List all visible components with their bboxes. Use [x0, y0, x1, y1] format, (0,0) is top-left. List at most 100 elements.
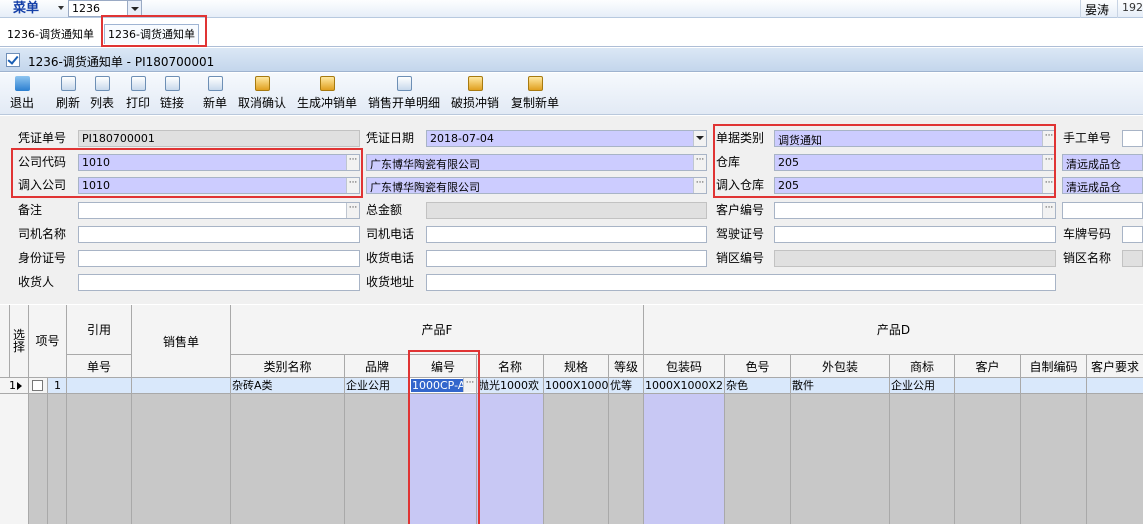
col-ref-no[interactable]: 单号	[67, 355, 132, 378]
row-header-corner	[0, 305, 10, 378]
col-self-code[interactable]: 自制编码	[1021, 355, 1087, 378]
cancel-confirm-button[interactable]: 取消确认	[238, 76, 286, 112]
col-category[interactable]: 类别名称	[231, 355, 345, 378]
window-title: 1236-调货通知单 - PI180700001	[28, 55, 215, 69]
combo-dropdown-button[interactable]	[127, 1, 141, 16]
cell-name[interactable]: 抛光1000欢	[477, 378, 544, 394]
menu-caret-icon[interactable]	[58, 6, 64, 10]
id-field[interactable]	[78, 250, 360, 267]
customer-name-field[interactable]	[1062, 202, 1143, 219]
link-button[interactable]: 链接	[160, 76, 184, 112]
cell-category[interactable]: 杂砖A类	[231, 378, 345, 394]
cell-grade[interactable]: 优等	[609, 378, 644, 394]
exit-button[interactable]: 退出	[10, 76, 34, 112]
receiver-phone-field[interactable]	[426, 250, 707, 267]
col-name[interactable]: 名称	[477, 355, 544, 378]
sales-detail-button[interactable]: 销售开单明细	[368, 76, 440, 112]
table-row[interactable]: 1	[0, 378, 29, 394]
grid-column	[544, 394, 609, 524]
cell-spec[interactable]: 1000X1000	[544, 378, 609, 394]
cell-customer[interactable]	[955, 378, 1021, 394]
grid-column	[29, 394, 48, 524]
cell-trademark[interactable]: 企业公用	[890, 378, 955, 394]
cell-self-code[interactable]	[1021, 378, 1087, 394]
refresh-icon	[60, 76, 76, 91]
col-customer-req[interactable]: 客户要求	[1087, 355, 1143, 378]
grid-column	[955, 394, 1021, 524]
total-amount-label: 总金额	[366, 203, 403, 217]
grid-column-name-required	[477, 394, 544, 524]
manual-no-field[interactable]	[1122, 130, 1143, 147]
remark-lookup-button[interactable]: ···	[346, 203, 359, 218]
col-grade[interactable]: 等级	[609, 355, 644, 378]
grid-column	[48, 394, 67, 524]
warehouse-name-field[interactable]: 清远成品仓	[1062, 154, 1143, 171]
printer-icon	[130, 76, 146, 91]
col-item[interactable]: 项号	[29, 305, 67, 378]
refresh-button[interactable]: 刷新	[56, 76, 80, 112]
copy-icon	[527, 76, 543, 91]
in-warehouse-name-field[interactable]: 清远成品仓	[1062, 177, 1143, 194]
row-header-column	[0, 394, 29, 524]
col-ref-group: 引用	[67, 305, 132, 355]
plate-field[interactable]	[1122, 226, 1143, 243]
grid-column-pack-required	[644, 394, 725, 524]
customer-lookup-button[interactable]: ···	[1042, 203, 1055, 218]
copy-new-button[interactable]: 复制新单	[511, 76, 559, 112]
row-number: 1	[9, 379, 16, 392]
receiver-address-field[interactable]	[426, 274, 1056, 291]
col-sales-order[interactable]: 销售单	[132, 305, 231, 378]
customer-no-field[interactable]: ···	[774, 202, 1056, 219]
cell-color-no[interactable]: 杂色	[725, 378, 791, 394]
receiver-address-label: 收货地址	[366, 275, 415, 289]
voucher-date-field[interactable]: 2018-07-04	[426, 130, 707, 147]
grid-icon	[396, 76, 412, 91]
date-dropdown-button[interactable]	[693, 131, 706, 146]
col-brand[interactable]: 品牌	[345, 355, 410, 378]
ip-address: 192.	[1122, 1, 1143, 14]
sales-area-name-field	[1122, 250, 1143, 267]
checkmark-icon	[6, 53, 20, 67]
driver-phone-field[interactable]	[426, 226, 707, 243]
cell-pack-code[interactable]: 1000X1000X2	[644, 378, 725, 394]
col-outer-pack[interactable]: 外包装	[791, 355, 890, 378]
col-spec[interactable]: 规格	[544, 355, 609, 378]
col-customer[interactable]: 客户	[955, 355, 1021, 378]
col-color-no[interactable]: 色号	[725, 355, 791, 378]
driver-name-field[interactable]	[78, 226, 360, 243]
license-field[interactable]	[774, 226, 1056, 243]
cell-ref-no[interactable]	[67, 378, 132, 394]
total-amount-field	[426, 202, 707, 219]
col-pack-code[interactable]: 包装码	[644, 355, 725, 378]
row-select-checkbox[interactable]	[29, 378, 48, 394]
customer-no-label: 客户编号	[716, 203, 765, 217]
cell-brand[interactable]: 企业公用	[345, 378, 410, 394]
company-name-field[interactable]: 广东博华陶瓷有限公司 ···	[366, 154, 707, 171]
new-order-button[interactable]: 新单	[203, 76, 227, 112]
in-company-name-field[interactable]: 广东博华陶瓷有限公司 ···	[366, 177, 707, 194]
quick-number-value: 1236	[72, 2, 100, 15]
col-select[interactable]: 选择	[10, 305, 29, 378]
grid-column	[725, 394, 791, 524]
highlight-box	[408, 350, 480, 524]
generate-offset-button[interactable]: 生成冲销单	[297, 76, 357, 112]
highlight-box	[11, 148, 363, 198]
cell-item[interactable]: 1	[48, 378, 67, 394]
col-trademark[interactable]: 商标	[890, 355, 955, 378]
damage-offset-button[interactable]: 破损冲销	[451, 76, 499, 112]
cell-customer-req[interactable]	[1087, 378, 1143, 394]
cell-outer-pack[interactable]: 散件	[791, 378, 890, 394]
in-company-name-lookup-button[interactable]: ···	[693, 178, 706, 193]
print-button[interactable]: 打印	[126, 76, 150, 112]
user-name: 晏涛	[1085, 3, 1110, 17]
cell-sales-order[interactable]	[132, 378, 231, 394]
grid-column	[132, 394, 231, 524]
grid-column	[890, 394, 955, 524]
col-product-f-group: 产品F	[231, 305, 644, 355]
tab-transfer-notice-1[interactable]: 1236-调货通知单	[4, 25, 97, 45]
company-name-lookup-button[interactable]: ···	[693, 155, 706, 170]
receiver-field[interactable]	[78, 274, 360, 291]
list-button[interactable]: 列表	[90, 76, 114, 112]
remark-field[interactable]: ···	[78, 202, 360, 219]
menu-button[interactable]: 菜单	[13, 0, 39, 18]
